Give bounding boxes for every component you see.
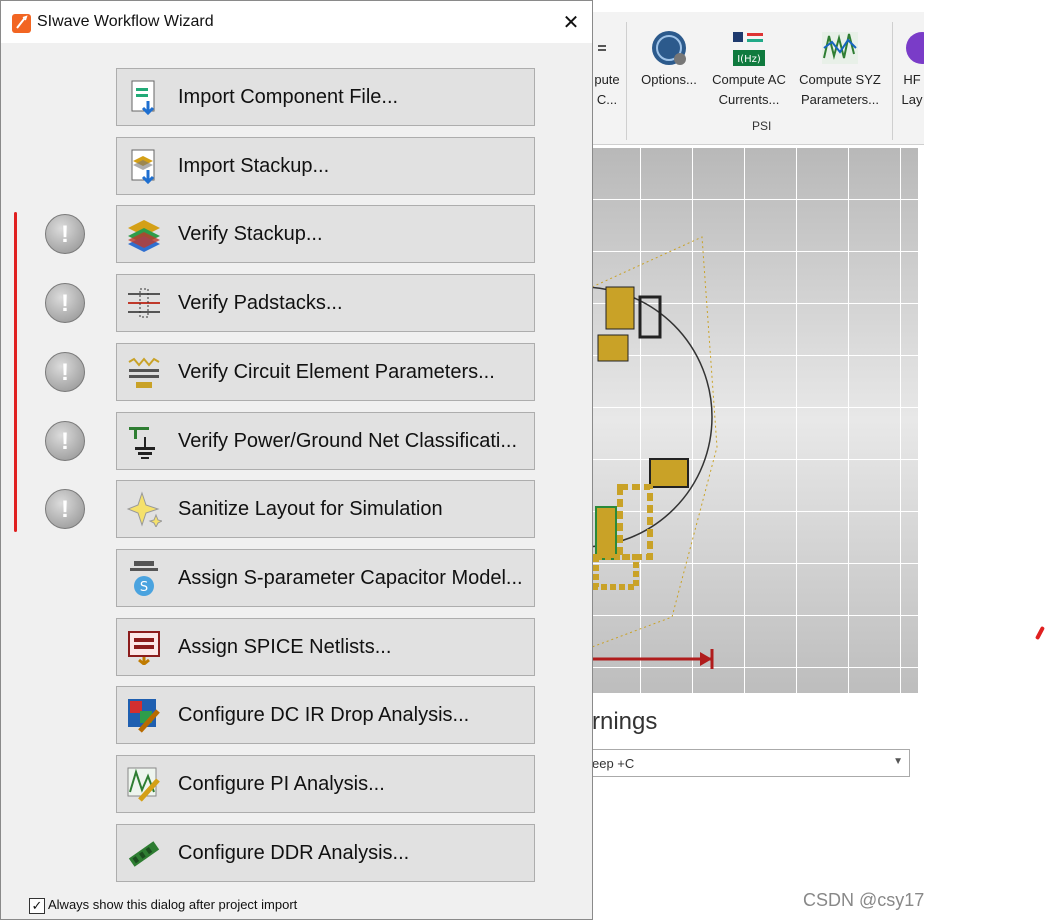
options-globe-icon (652, 31, 686, 65)
verify-circuit-element-parameters-label: Verify Circuit Element Parameters... (178, 360, 495, 383)
syz-waveform-icon (822, 32, 858, 64)
compute-ac-currents-button[interactable]: I(Hz) Compute AC Currents... (706, 28, 792, 110)
dc-ir-drop-icon (128, 699, 160, 733)
stackup-layers-icon (128, 220, 160, 253)
hfss-layout-button[interactable]: HF Lay (900, 28, 924, 110)
ddr-analysis-icon (128, 840, 160, 867)
filter-value: eep +C (592, 756, 635, 771)
psi-group-label: PSI (752, 119, 772, 133)
verify-power-ground-net-button[interactable]: Verify Power/Ground Net Classificati... (116, 411, 535, 470)
ribbon-separator (626, 22, 627, 140)
iz-badge: I(Hz) (737, 54, 761, 65)
compute-partial-label-2: C... (596, 92, 618, 107)
assign-spice-netlists-label: Assign SPICE Netlists... (178, 635, 392, 658)
s-parameter-icon: S (130, 560, 158, 596)
power-ground-icon (129, 426, 155, 459)
compute-ac-label-1: Compute AC (712, 72, 786, 87)
verify-padstacks-label: Verify Padstacks... (178, 292, 343, 315)
import-stackup-icon (131, 149, 155, 184)
status-exclamation: ! (61, 358, 69, 386)
close-button[interactable]: ✕ (553, 5, 589, 41)
verify-circuit-element-parameters-button[interactable]: Verify Circuit Element Parameters... (116, 342, 535, 401)
assign-s-parameter-capacitor-button[interactable]: S Assign S-parameter Capacitor Model... (116, 548, 535, 607)
assign-spice-netlists-button[interactable]: Assign SPICE Netlists... (116, 617, 535, 676)
hfss-icon (906, 32, 924, 64)
svg-text:S: S (140, 580, 148, 595)
options-label: Options... (641, 72, 697, 87)
status-warning-icon: ! (45, 283, 85, 324)
compute-ac-label-2: Currents... (718, 92, 780, 107)
padstack-icon (128, 288, 160, 318)
pi-analysis-icon (127, 767, 160, 802)
configure-ddr-analysis-button[interactable]: Configure DDR Analysis... (116, 823, 535, 882)
hfss-label-1: HF (903, 72, 921, 87)
verify-stackup-button[interactable]: Verify Stackup... (116, 205, 535, 264)
hfss-label-2: Lay (901, 92, 923, 107)
ac-currents-icon: I(Hz) (733, 32, 765, 66)
status-warning-icon: ! (45, 214, 85, 255)
status-warning-icon: ! (45, 489, 85, 530)
ribbon-top-strip (592, 0, 924, 12)
verify-stackup-label: Verify Stackup... (178, 223, 323, 246)
sanitize-layout-button[interactable]: Sanitize Layout for Simulation (116, 480, 535, 539)
compute-partial-button[interactable]: pute C... (590, 28, 624, 110)
status-exclamation: ! (61, 221, 69, 249)
compute-syz-label-1: Compute SYZ (799, 72, 881, 87)
configure-dc-ir-drop-button[interactable]: Configure DC IR Drop Analysis... (116, 686, 535, 745)
status-warning-icon: ! (45, 351, 85, 392)
status-exclamation: ! (61, 427, 69, 455)
compute-syz-label-2: Parameters... (800, 92, 880, 107)
status-warning-icon: ! (45, 420, 85, 461)
verify-power-ground-net-label: Verify Power/Ground Net Classificati... (178, 429, 518, 452)
csdn-watermark: CSDN @csy17 (803, 890, 925, 910)
ribbon-toolbar: pute C... Options... I(Hz) Compute AC Cu… (592, 0, 924, 145)
wrench-icon (16, 15, 28, 29)
ribbon-separator (892, 22, 893, 140)
compute-partial-label-1: pute (594, 72, 620, 87)
import-component-file-button[interactable]: Import Component File... (116, 68, 535, 126)
siwave-app-icon (12, 14, 31, 33)
compute-syz-button[interactable]: Compute SYZ Parameters... (794, 28, 886, 110)
sanitize-sparkle-icon (126, 491, 162, 528)
status-exclamation: ! (61, 496, 69, 524)
verify-padstacks-button[interactable]: Verify Padstacks... (116, 274, 535, 333)
red-annotation-line (14, 212, 17, 532)
configure-dc-ir-drop-label: Configure DC IR Drop Analysis... (178, 704, 470, 727)
compute-icon (598, 45, 606, 51)
import-stackup-label: Import Stackup... (178, 154, 330, 177)
workflow-wizard-dialog: SIwave Workflow Wizard ✕ ✓ Always show th… (0, 0, 593, 920)
options-button[interactable]: Options... (636, 28, 702, 90)
import-stackup-button[interactable]: Import Stackup... (116, 136, 535, 195)
filter-select[interactable]: eep +C ▼ (592, 749, 910, 777)
warnings-title: rnings (592, 708, 658, 735)
sanitize-layout-label: Sanitize Layout for Simulation (178, 498, 443, 521)
configure-pi-analysis-button[interactable]: Configure PI Analysis... (116, 755, 535, 813)
status-exclamation: ! (61, 290, 69, 318)
configure-ddr-analysis-label: Configure DDR Analysis... (178, 841, 410, 864)
pcb-layout-view (592, 147, 918, 693)
always-show-label: Always show this dialog after project im… (48, 897, 298, 912)
configure-pi-analysis-label: Configure PI Analysis... (178, 773, 385, 795)
always-show-checkbox[interactable]: ✓ (29, 897, 45, 914)
spice-netlist-icon (128, 630, 160, 665)
layout-canvas[interactable] (592, 147, 918, 693)
assign-s-parameter-capacitor-label: Assign S-parameter Capacitor Model... (178, 566, 523, 589)
dialog-titlebar[interactable]: SIwave Workflow Wizard ✕ (1, 1, 592, 43)
import-component-icon (131, 80, 155, 115)
always-show-checkbox-row[interactable]: ✓ Always show this dialog after project i… (29, 897, 297, 914)
import-component-file-label: Import Component File... (178, 86, 399, 108)
red-annotation-mark (1034, 625, 1046, 641)
circuit-element-icon (128, 357, 160, 388)
chevron-down-icon: ▼ (893, 756, 903, 767)
dialog-title: SIwave Workflow Wizard (37, 13, 214, 30)
